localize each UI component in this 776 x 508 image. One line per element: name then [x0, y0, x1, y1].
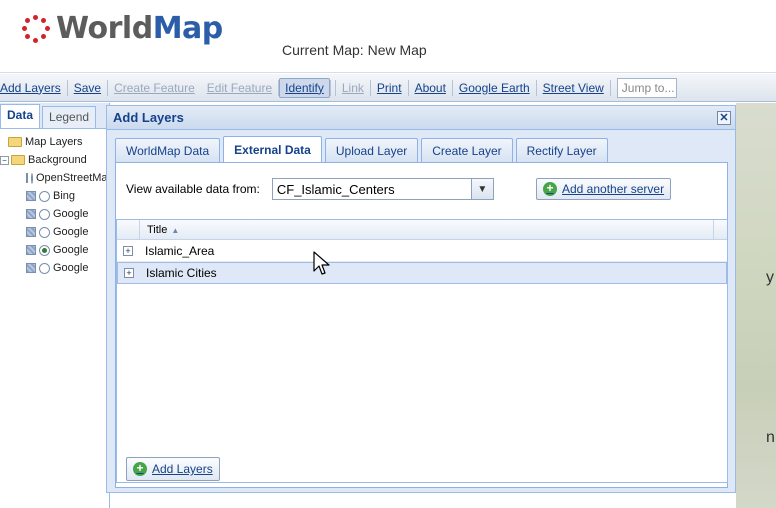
toolbar-separator	[329, 79, 331, 96]
server-select[interactable]: CF_Islamic_Centers ▼	[271, 178, 494, 200]
add-icon: +	[133, 462, 147, 476]
expand-icon[interactable]: +	[123, 245, 133, 256]
tree-node-label: Background	[28, 154, 87, 166]
add-layers-button[interactable]: + Add Layers	[126, 457, 220, 481]
add-icon: +	[543, 182, 557, 196]
column-title[interactable]: Title ▲	[147, 224, 179, 236]
layer-tree: Map Layers − Background OpenStreetMap Bi…	[0, 129, 109, 277]
folder-open-icon	[11, 155, 25, 165]
layer-icon	[26, 263, 36, 273]
tree-node-label: Google	[53, 244, 89, 256]
logo-text: WorldMap	[56, 11, 223, 46]
tree-node-layer[interactable]: Google	[0, 241, 109, 259]
map-label: n	[766, 429, 775, 446]
tree-node-label: Google	[53, 208, 89, 220]
tree-node-label: Google	[53, 262, 89, 274]
dialog-title: Add Layers	[113, 110, 184, 125]
collapse-icon[interactable]: −	[0, 155, 9, 165]
close-icon[interactable]: ✕	[717, 111, 731, 125]
tree-node-layer[interactable]: Google	[0, 259, 109, 277]
tree-node-label: Map Layers	[25, 136, 83, 148]
map-label: y	[766, 269, 774, 286]
source-label: View available data from:	[126, 182, 260, 196]
jump-to-input[interactable]: Jump to...	[616, 77, 677, 98]
sort-asc-icon: ▲	[171, 225, 180, 235]
add-layers-link[interactable]: Add Layers	[0, 81, 67, 95]
layer-radio[interactable]	[31, 172, 33, 184]
layer-radio[interactable]	[39, 226, 50, 238]
tree-node-layer[interactable]: OpenStreetMap	[0, 169, 109, 187]
source-row: View available data from: CF_Islamic_Cen…	[126, 178, 494, 200]
server-select-value: CF_Islamic_Centers	[276, 181, 395, 197]
tree-node-label: Bing	[53, 190, 76, 202]
layer-radio[interactable]	[39, 190, 50, 202]
tab-external-data[interactable]: External Data	[223, 136, 322, 162]
map-view[interactable]: y n	[736, 103, 776, 508]
logo-dots-icon	[22, 15, 50, 43]
worldmap-logo[interactable]: WorldMap	[22, 14, 223, 44]
tab-worldmap-data[interactable]: WorldMap Data	[115, 138, 221, 162]
layer-icon	[26, 209, 36, 219]
street-view-link[interactable]: Street View	[537, 81, 610, 95]
save-link[interactable]: Save	[68, 81, 107, 95]
layer-radio-selected[interactable]	[39, 244, 50, 256]
layer-icon	[26, 191, 36, 201]
tree-node-layer[interactable]: Bing	[0, 187, 109, 205]
layer-radio[interactable]	[39, 208, 50, 220]
tab-data[interactable]: Data	[0, 104, 41, 128]
folder-icon	[8, 137, 22, 147]
layer-icon	[26, 245, 36, 255]
row-title: Islamic Cities	[146, 266, 217, 280]
layer-icon	[26, 227, 36, 237]
toolbar-separator	[609, 79, 611, 96]
layer-tree-panel: Data Legend Map Layers − Background Open…	[0, 103, 110, 508]
tree-node-map-layers[interactable]: Map Layers	[0, 133, 109, 151]
row-title: Islamic_Area	[145, 243, 215, 258]
table-row[interactable]: + Islamic_Area	[117, 240, 727, 262]
layer-radio[interactable]	[39, 262, 50, 274]
print-link[interactable]: Print	[371, 81, 408, 95]
tree-node-label: Google	[53, 226, 89, 238]
table-row[interactable]: + Islamic Cities	[117, 262, 727, 284]
add-layers-label: Add Layers	[152, 462, 213, 476]
chevron-down-icon[interactable]: ▼	[470, 179, 493, 199]
tab-legend[interactable]: Legend	[42, 106, 97, 128]
left-panel-tabs: Data Legend	[0, 103, 109, 129]
expand-icon[interactable]: +	[124, 268, 134, 278]
about-link[interactable]: About	[409, 81, 452, 95]
main-toolbar: Add Layers Save Create Feature Edit Feat…	[0, 74, 776, 102]
grid-header: Title ▲	[117, 220, 727, 240]
tree-node-layer[interactable]: Google	[0, 223, 109, 241]
identify-button[interactable]: Identify	[279, 77, 330, 98]
add-server-label: Add another server	[562, 182, 665, 196]
tree-node-background[interactable]: − Background	[0, 151, 109, 169]
tab-rectify-layer[interactable]: Rectify Layer	[515, 138, 608, 162]
mouse-cursor-icon	[313, 251, 330, 275]
dialog-tabs: WorldMap Data External Data Upload Layer…	[115, 136, 611, 162]
dialog-header[interactable]: Add Layers	[107, 106, 735, 130]
app-header: WorldMap Current Map: New Map	[0, 0, 776, 73]
tab-upload-layer[interactable]: Upload Layer	[324, 138, 419, 162]
tree-node-layer[interactable]: Google	[0, 205, 109, 223]
add-layers-dialog: Add Layers ✕ WorldMap Data External Data…	[106, 105, 736, 493]
external-data-panel: View available data from: CF_Islamic_Cen…	[115, 162, 728, 488]
current-map-title: Current Map: New Map	[282, 42, 427, 58]
create-feature-link[interactable]: Create Feature	[108, 81, 201, 95]
tab-create-layer[interactable]: Create Layer	[421, 138, 513, 162]
google-earth-link[interactable]: Google Earth	[453, 81, 536, 95]
layer-icon	[26, 173, 28, 183]
layers-grid: Title ▲ + Islamic_Area + Islamic Cities	[116, 219, 728, 483]
tree-node-label: OpenStreetMap	[36, 172, 109, 184]
add-another-server-button[interactable]: + Add another server	[536, 178, 672, 200]
link-link[interactable]: Link	[336, 81, 370, 95]
edit-feature-link[interactable]: Edit Feature	[201, 81, 278, 95]
